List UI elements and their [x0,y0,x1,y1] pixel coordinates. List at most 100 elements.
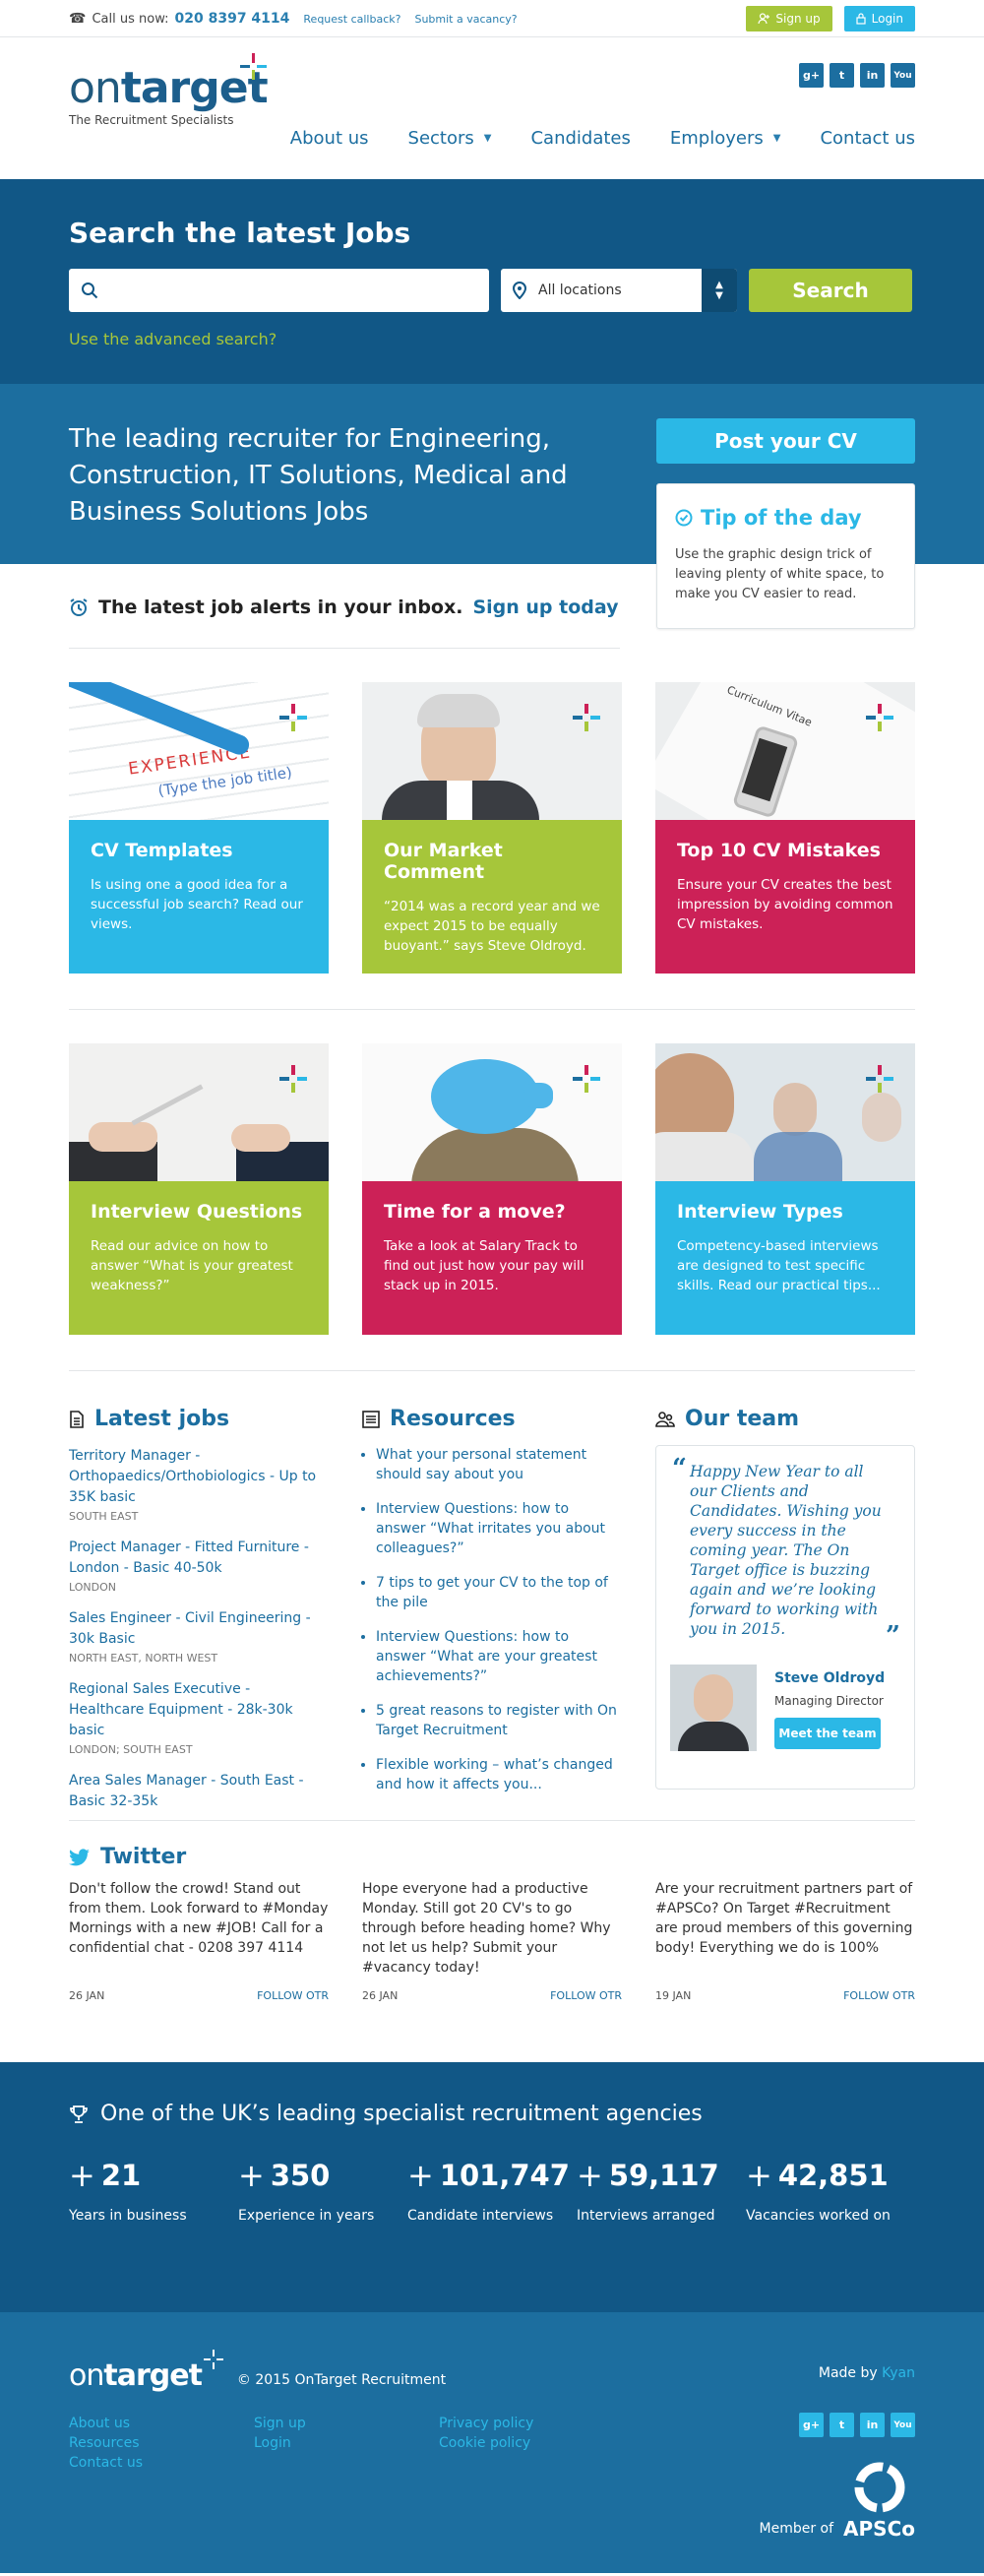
follow-link[interactable]: FOLLOW OTR [843,1989,915,2002]
tweet-text: Don't follow the crowd! Stand out from t… [69,1881,329,1956]
youtube-icon[interactable]: You [891,63,915,88]
stat-value: 101,747 [439,2159,570,2192]
linkedin-icon[interactable]: in [860,63,885,88]
follow-link[interactable]: FOLLOW OTR [257,1989,329,2002]
googleplus-icon[interactable]: g+ [799,63,824,88]
job-title-link[interactable]: Area Sales Manager - South East - Basic … [69,1773,304,1809]
job-title-link[interactable]: Project Manager - Fitted Furniture - Lon… [69,1539,309,1576]
select-arrows-icon[interactable]: ▲ ▼ [702,269,737,312]
location-select[interactable]: All locations ▲ ▼ [501,269,737,312]
footer-logo[interactable]: ontarget [69,2358,203,2393]
googleplus-icon[interactable]: g+ [799,2413,824,2437]
tweet: Don't follow the crowd! Stand out from t… [69,1879,329,2002]
card-body: Top 10 CV Mistakes Ensure your CV create… [655,820,915,974]
trophy-icon [70,2105,88,2123]
our-team-panel: Our team “ Happy New Year to all our Cli… [655,1407,915,1825]
stat-item: +21 Years in business [69,2157,238,2224]
card-body: CV Templates Is using one a good idea fo… [69,820,329,974]
footer-link-resources[interactable]: Resources [69,2433,254,2453]
card-body: Interview Types Competency-based intervi… [655,1181,915,1335]
twitter-title: Twitter [100,1845,187,1869]
keyword-search-field[interactable] [69,269,489,312]
meet-the-team-button[interactable]: Meet the team [774,1718,881,1749]
job-item: Project Manager - Fitted Furniture - Lon… [69,1537,329,1594]
tip-title: Tip of the day [701,506,862,530]
advanced-search-link[interactable]: Use the advanced search? [69,330,277,348]
job-location: LONDON [69,1581,116,1594]
card-market-comment[interactable]: Our Market Comment “2014 was a record ye… [362,682,622,974]
job-title-link[interactable]: Sales Engineer - Civil Engineering - 30k… [69,1610,311,1647]
apsco-logo[interactable]: APSCo [843,2460,915,2541]
main-nav: About us Sectors ▼ Candidates Employers ▼ … [290,128,915,149]
card-cv-templates[interactable]: EXPERIENCE (Type the job title) CV Templ… [69,682,329,974]
job-title-link[interactable]: Territory Manager - Orthopaedics/Orthobi… [69,1448,316,1505]
card-interview-types[interactable]: Interview Types Competency-based intervi… [655,1043,915,1335]
map-pin-icon [513,282,526,299]
card-text: “2014 was a record year and we expect 20… [384,899,600,954]
job-title-link[interactable]: Regional Sales Executive - Healthcare Eq… [69,1681,293,1738]
nav-sectors[interactable]: Sectors ▼ [408,128,492,149]
resource-item[interactable]: Flexible working – what’s changed and ho… [376,1755,622,1794]
check-circle-icon [675,509,693,527]
resources-title: Resources [390,1407,516,1431]
footer-link-cookie[interactable]: Cookie policy [439,2433,624,2453]
job-search-section: Search the latest Jobs All locations ▲ ▼ … [0,179,984,384]
request-callback-link[interactable]: Request callback? [303,13,400,26]
linkedin-icon[interactable]: in [860,2413,885,2437]
phone-icon: ☎ [69,11,87,27]
card-image: Curriculum Vitae [655,682,915,820]
youtube-icon[interactable]: You [891,2413,915,2437]
twitter-icon[interactable]: t [830,63,854,88]
alarm-clock-icon [70,598,88,616]
plus-icon: + [746,2157,772,2194]
phone-link[interactable]: 020 8397 4114 [175,11,290,27]
post-cv-button[interactable]: Post your CV [656,418,915,464]
resource-item[interactable]: Interview Questions: how to answer “What… [376,1499,622,1558]
card-time-for-move[interactable]: Time for a move? Take a look at Salary T… [362,1043,622,1335]
twitter-icon[interactable]: t [830,2413,854,2437]
card-body: Our Market Comment “2014 was a record ye… [362,820,622,974]
resource-item[interactable]: 5 great reasons to register with On Targ… [376,1701,622,1740]
footer-link-signup[interactable]: Sign up [254,2414,439,2433]
resource-link[interactable]: Interview Questions: how to answer “What… [376,1629,597,1684]
made-by-label: Made by [818,2365,878,2381]
made-by-link[interactable]: Kyan [882,2365,915,2381]
stat-value: 42,851 [777,2159,889,2192]
nav-contact[interactable]: Contact us [820,128,915,149]
search-button[interactable]: Search [749,269,912,312]
avatar [670,1665,757,1751]
card-interview-questions[interactable]: Interview Questions Read our advice on h… [69,1043,329,1335]
signup-button[interactable]: Sign up [746,6,832,31]
resource-link[interactable]: What your personal statement should say … [376,1447,586,1482]
footer-link-contact[interactable]: Contact us [69,2453,254,2473]
footer-link-privacy[interactable]: Privacy policy [439,2414,624,2433]
login-button[interactable]: Login [843,6,915,31]
nav-about[interactable]: About us [290,128,369,149]
footer-column-1: About us Resources Contact us [69,2414,254,2473]
stat-value: 59,117 [608,2159,719,2192]
resource-link[interactable]: Flexible working – what’s changed and ho… [376,1757,613,1792]
footer-link-login[interactable]: Login [254,2433,439,2453]
nav-employers-label: Employers [669,128,764,149]
follow-link[interactable]: FOLLOW OTR [550,1989,622,2002]
footer-link-about[interactable]: About us [69,2414,254,2433]
resource-link[interactable]: 5 great reasons to register with On Targ… [376,1703,617,1738]
site-footer: ontarget © 2015 OnTarget Recruitment Mad… [0,2312,984,2573]
alerts-signup-link[interactable]: Sign up today [472,597,618,618]
hero-headline: The leading recruiter for Engineering, C… [69,424,568,527]
footer-logo-target: target [103,2358,203,2393]
nav-candidates[interactable]: Candidates [530,128,630,149]
resource-item[interactable]: 7 tips to get your CV to the top of the … [376,1573,622,1612]
apsco-ring-icon [854,2462,905,2513]
resource-item[interactable]: Interview Questions: how to answer “What… [376,1627,622,1686]
resource-link[interactable]: 7 tips to get your CV to the top of the … [376,1575,608,1610]
card-cv-mistakes[interactable]: Curriculum Vitae Top 10 CV Mistakes Ensu… [655,682,915,974]
site-logo[interactable]: ontarget The Recruitment Specialists [69,53,269,127]
nav-employers[interactable]: Employers ▼ [670,128,781,149]
list-icon [362,1410,380,1428]
resource-link[interactable]: Interview Questions: how to answer “What… [376,1501,605,1556]
resource-item[interactable]: What your personal statement should say … [376,1445,622,1484]
submit-vacancy-link[interactable]: Submit a vacancy? [414,13,517,26]
job-item: Territory Manager - Orthopaedics/Orthobi… [69,1445,329,1523]
keyword-input[interactable] [108,283,472,298]
